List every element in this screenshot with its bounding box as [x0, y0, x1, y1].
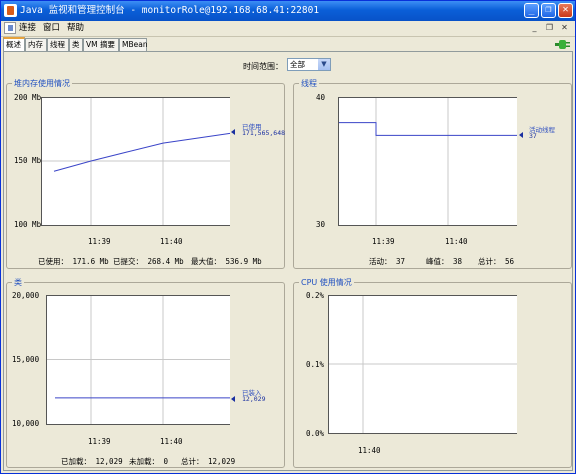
threads-marker-icon [519, 132, 523, 138]
threads-plot [338, 97, 517, 226]
minimize-button[interactable]: _ [524, 3, 539, 18]
classes-marker-icon [231, 396, 235, 402]
heap-committed-stat: 已提交： 268.4 Mb [113, 257, 184, 266]
series-line-heap [53, 132, 231, 172]
classes-x-tick: 11:39 [88, 437, 111, 446]
tab-mbean[interactable]: MBean [119, 38, 148, 51]
tab-memory[interactable]: 内存 [25, 38, 47, 51]
restore-button[interactable]: ❐ [541, 3, 556, 18]
time-range-select[interactable]: 全部 ▼ [287, 58, 331, 71]
threads-total-stat: 总计： 56 [478, 257, 515, 266]
tab-threads[interactable]: 线程 [47, 38, 69, 51]
classes-y-tick: 10,000 [12, 419, 40, 428]
threads-y-tick: 40 [316, 93, 326, 102]
time-range-value: 全部 [290, 60, 305, 69]
mdi-minimize-button[interactable]: _ [529, 23, 540, 33]
heap-plot [41, 97, 231, 226]
threads-x-tick: 11:40 [445, 237, 468, 246]
mdi-close-button[interactable]: ✕ [559, 23, 570, 33]
cpu-panel-title: CPU 使用情况 [299, 277, 354, 288]
heap-y-tick: 200 Mb [14, 93, 42, 102]
heap-marker-icon [231, 129, 235, 135]
classes-x-tick: 11:40 [160, 437, 183, 446]
heap-used-stat: 已使用： 171.6 Mb [38, 257, 109, 266]
tab-strip: 概述 内存 线程 类 VM 摘要 MBean [1, 37, 575, 51]
cpu-y-tick: 0.0% [306, 429, 325, 438]
menu-connection[interactable]: 连接 [19, 22, 36, 34]
heap-y-tick: 100 Mb [14, 220, 42, 229]
title-bar[interactable]: Java 监视和管理控制台 - monitorRole@192.168.68.4… [1, 1, 575, 21]
connection-plug-icon [555, 40, 570, 49]
threads-marker-value: 37 [529, 132, 537, 140]
cpu-y-tick: 0.2% [306, 291, 325, 300]
classes-loaded-stat: 已加载： 12,029 [61, 457, 123, 466]
threads-peak-stat: 峰值： 38 [426, 257, 463, 266]
classes-y-tick: 20,000 [12, 291, 40, 300]
menu-bar: 连接 窗口 帮助 _ ❐ ✕ [1, 21, 575, 37]
menu-help[interactable]: 帮助 [67, 22, 84, 34]
classes-total-stat: 总计： 12,029 [181, 457, 236, 466]
threads-panel-title: 线程 [299, 78, 319, 89]
series-line-threads [339, 122, 517, 136]
cpu-y-tick: 0.1% [306, 360, 325, 369]
heap-panel-title: 堆内存使用情况 [12, 78, 72, 89]
classes-plot [46, 295, 230, 425]
classes-y-tick: 15,000 [12, 355, 40, 364]
chevron-down-icon[interactable]: ▼ [318, 59, 330, 70]
mdi-restore-button[interactable]: ❐ [544, 23, 555, 33]
heap-max-stat: 最大值： 536.9 Mb [191, 257, 262, 266]
heap-y-tick: 150 Mb [14, 156, 42, 165]
classes-marker-value: 12,029 [242, 395, 266, 403]
menu-window[interactable]: 窗口 [43, 22, 60, 34]
cpu-plot [328, 295, 517, 434]
classes-panel-title: 类 [12, 277, 24, 288]
heap-x-tick: 11:39 [88, 237, 111, 246]
internal-frame-icon[interactable] [4, 22, 16, 34]
threads-live-stat: 活动： 37 [369, 257, 406, 266]
tab-vm-summary[interactable]: VM 摘要 [83, 38, 119, 51]
cpu-x-tick: 11:40 [358, 446, 381, 455]
window-title: Java 监视和管理控制台 - monitorRole@192.168.68.4… [20, 5, 320, 16]
heap-marker-value: 171,565,648 [242, 129, 286, 137]
main-window: Java 监视和管理控制台 - monitorRole@192.168.68.4… [0, 0, 576, 474]
heap-x-tick: 11:40 [160, 237, 183, 246]
close-button[interactable]: ✕ [558, 3, 573, 18]
tab-overview[interactable]: 概述 [3, 37, 25, 51]
java-app-icon [4, 4, 17, 17]
classes-unloaded-stat: 未加载： 0 [129, 457, 169, 466]
tab-classes[interactable]: 类 [69, 38, 83, 51]
threads-y-tick: 30 [316, 220, 326, 229]
time-range-label: 时间范围： [243, 62, 283, 71]
threads-x-tick: 11:39 [372, 237, 395, 246]
